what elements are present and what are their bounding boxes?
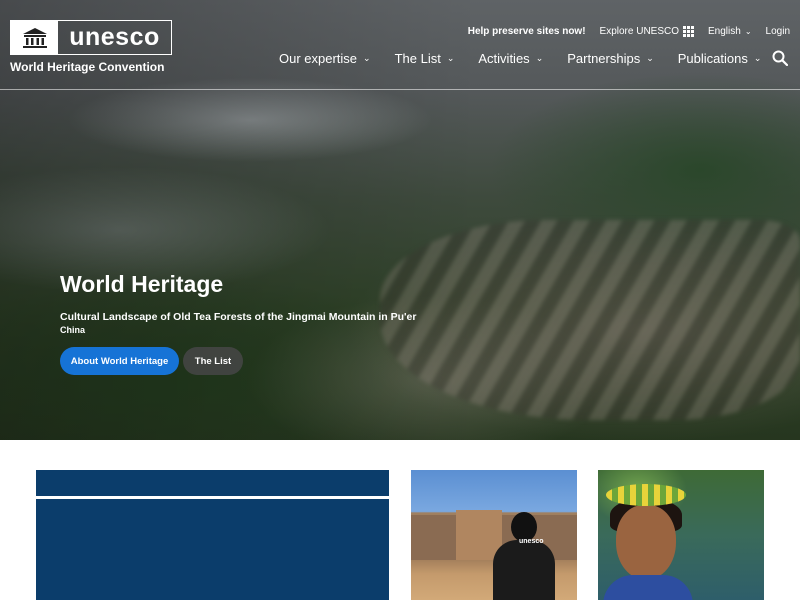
chevron-down-icon: ⌄: [646, 53, 654, 63]
flower-crown-image: [606, 484, 686, 506]
unesco-logo[interactable]: unesco: [10, 20, 172, 55]
hero-title: World Heritage: [60, 271, 224, 297]
fortress-photo-card[interactable]: unesco: [411, 470, 577, 600]
nav-item-partnerships[interactable]: Partnerships ⌄: [567, 51, 654, 66]
header-divider: [0, 89, 800, 90]
help-preserve-link[interactable]: Help preserve sites now!: [468, 26, 586, 37]
explore-label: Explore UNESCO: [599, 26, 680, 37]
nav-item-label: The List: [394, 51, 441, 66]
nav-item-label: Activities: [478, 51, 530, 66]
nav-item-label: Publications: [677, 51, 748, 66]
hero-site-name[interactable]: Cultural Landscape of Old Tea Forests of…: [60, 311, 416, 323]
portrait-photo-card[interactable]: [598, 470, 764, 600]
login-link[interactable]: Login: [766, 26, 790, 37]
person-image: unesco: [493, 512, 555, 600]
language-label: English: [708, 26, 741, 37]
about-world-heritage-button[interactable]: About World Heritage: [60, 347, 179, 375]
apps-grid-icon: [683, 26, 695, 37]
main-nav: Our expertise ⌄ The List ⌄ Activities ⌄ …: [279, 51, 761, 66]
nav-item-label: Our expertise: [279, 51, 358, 66]
chevron-down-icon: ⌄: [744, 27, 752, 36]
hero-country: China: [60, 325, 86, 335]
nav-item-our-expertise[interactable]: Our expertise ⌄: [279, 51, 371, 66]
language-selector[interactable]: English ⌄: [708, 26, 752, 37]
chevron-down-icon: ⌄: [535, 53, 544, 63]
explore-unesco-menu[interactable]: Explore UNESCO: [599, 26, 695, 37]
search-icon: [772, 50, 789, 67]
unesco-badge: unesco: [519, 538, 544, 545]
the-list-button[interactable]: The List: [183, 347, 243, 375]
chevron-down-icon: ⌄: [446, 53, 455, 63]
search-button[interactable]: [772, 50, 789, 67]
card-divider: [36, 496, 389, 499]
utility-nav: Help preserve sites now! Explore UNESCO …: [468, 26, 790, 37]
nav-item-publications[interactable]: Publications ⌄: [678, 51, 762, 66]
chevron-down-icon: ⌄: [363, 53, 371, 63]
logo-wordmark: unesco: [69, 23, 160, 51]
portrait-image: [616, 505, 676, 580]
featured-card[interactable]: [36, 470, 389, 600]
chevron-down-icon: ⌄: [753, 53, 762, 63]
nav-item-activities[interactable]: Activities ⌄: [478, 51, 543, 66]
nav-item-label: Partnerships: [567, 51, 641, 66]
nav-item-the-list[interactable]: The List ⌄: [395, 51, 455, 66]
temple-emblem-icon: [11, 21, 58, 54]
site-subtitle[interactable]: World Heritage Convention: [10, 60, 164, 74]
